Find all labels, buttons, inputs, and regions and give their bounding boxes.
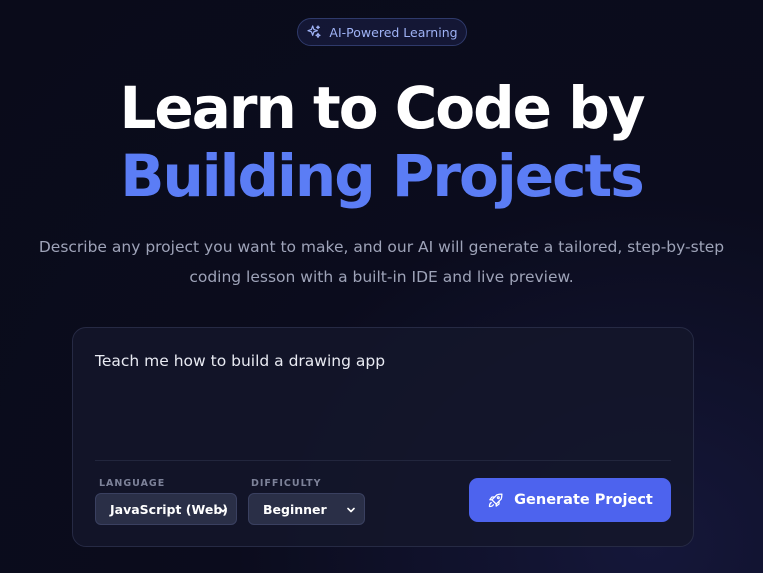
chevron-down-icon — [347, 507, 355, 513]
generate-button-label: Generate Project — [514, 492, 653, 508]
title-line-2: Building Projects — [120, 142, 644, 210]
language-label: LANGUAGE — [99, 478, 166, 489]
project-prompt-input[interactable]: Teach me how to build a drawing app — [95, 352, 665, 370]
title-line-1: Learn to Code by — [119, 74, 645, 142]
project-form-card: Teach me how to build a drawing app LANG… — [72, 327, 694, 547]
difficulty-select[interactable]: Beginner — [248, 493, 365, 525]
difficulty-label: DIFFICULTY — [251, 478, 322, 489]
badge-label: AI-Powered Learning — [329, 24, 458, 40]
sparkles-icon — [307, 25, 322, 38]
language-select-value: JavaScript (Web) — [110, 501, 228, 517]
rocket-icon — [488, 492, 503, 507]
form-divider — [95, 460, 671, 461]
difficulty-select-value: Beginner — [263, 501, 327, 517]
hero-description: Describe any project you want to make, a… — [38, 238, 725, 286]
ai-powered-badge: AI-Powered Learning — [297, 18, 467, 46]
language-select[interactable]: JavaScript (Web) — [95, 493, 237, 525]
chevron-down-icon — [219, 507, 227, 513]
generate-project-button[interactable]: Generate Project — [469, 478, 671, 522]
page-title: Learn to Code by Building Projects — [0, 74, 763, 210]
